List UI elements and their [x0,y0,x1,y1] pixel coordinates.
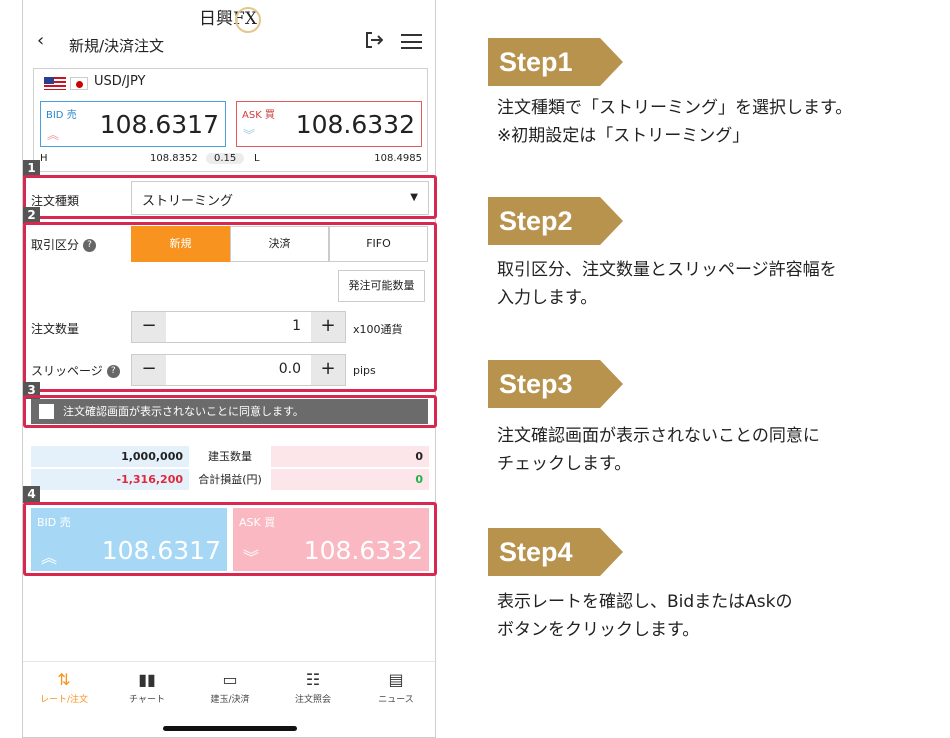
low-label: L [254,153,260,164]
menu-icon[interactable] [401,34,422,49]
step2-text: 取引区分、注文数量とスリッページ許容幅を 入力します。 [497,260,837,308]
bottom-tab-bar: ⇅ レート/注文 ▮▮ チャート ▭ 建玉/決済 ☷ 注文照会 ▤ ニュース [23,661,437,738]
qty-label: 注文数量 [31,322,80,336]
bid-button-price: 108.6317 [101,536,221,565]
agree-confirmation-row[interactable]: 注文確認画面が表示されないことに同意します。 [31,399,428,424]
ask-price: 108.6332 [295,110,415,139]
trade-type-label: 取引区分? [31,236,97,253]
tab-position[interactable]: ▭ 建玉/決済 [189,670,271,705]
tab-order-list[interactable]: ☷ 注文照会 [272,670,354,705]
low-value: 108.4985 [374,153,422,164]
arrow-down-icon: ︾ [243,548,260,567]
high-low-row: H 108.8352 0.15 L 108.4985 [40,153,422,167]
bid-position-qty: 1,000,000 [31,446,189,467]
currency-pair[interactable]: USD/JPY [94,74,146,89]
trade-type-settle[interactable]: 決済 [230,226,329,262]
ask-label: ASK 買 [242,110,275,121]
bid-rate-box: BID 売 ︽ 108.6317 [40,101,226,147]
chart-icon: ▮▮ [138,670,156,689]
slippage-unit: pips [353,364,376,377]
ask-button-label: ASK 買 [239,516,276,529]
slippage-value[interactable]: 0.0 [279,361,301,377]
ask-buy-button[interactable]: ASK 買 ︾ 108.6332 [233,508,429,571]
rate-order-icon: ⇅ [57,670,71,689]
slippage-plus-button[interactable]: + [311,355,345,385]
logout-icon[interactable] [365,32,383,48]
slippage-stepper[interactable]: − 0.0 + [131,354,346,386]
step3-title: Step3 [488,360,623,408]
step1-title: Step1 [488,38,623,86]
bid-price: 108.6317 [99,110,219,139]
high-value: 108.8352 [150,153,198,164]
arrow-up-icon: ︽ [41,548,58,567]
high-label: H [40,153,48,164]
agree-text: 注文確認画面が表示されないことに同意します。 [63,405,304,418]
trade-type-fifo[interactable]: FIFO [329,226,428,262]
tab-rate-order[interactable]: ⇅ レート/注文 [23,670,105,705]
back-icon[interactable]: ‹ [37,30,44,51]
us-flag-icon [44,77,66,90]
qty-value[interactable]: 1 [292,318,301,334]
trade-type-new[interactable]: 新規 [131,226,230,262]
bid-button-label: BID 売 [37,516,71,529]
help-icon[interactable]: ? [83,239,97,252]
position-qty-label: 建玉数量 [208,450,252,463]
jp-flag-icon [70,77,88,90]
qty-unit: x100通貨 [353,323,403,336]
ask-rate-box: ASK 買 ︾ 108.6332 [236,101,422,147]
step4-text: 表示レートを確認し、BidまたはAskの ボタンをクリックします。 [497,592,793,640]
brand-logo: 日興FX [23,4,437,33]
bid-label: BID 売 [46,110,77,121]
tab-news[interactable]: ▤ ニュース [355,670,437,705]
order-list-icon: ☷ [305,670,321,689]
step1-text: 注文種類で「ストリーミング」を選択します。 ※初期設定は「ストリーミング」 [497,98,853,146]
bid-arrow-up-icon: ︽ [47,128,60,142]
slippage-minus-button[interactable]: − [132,355,166,385]
ask-total-pl: 0 [271,469,429,490]
bid-sell-button[interactable]: BID 売 ︽ 108.6317 [31,508,227,571]
position-icon: ▭ [222,670,238,689]
dropdown-caret-icon: ▼ [410,192,418,203]
help-icon[interactable]: ? [106,365,120,378]
qty-minus-button[interactable]: − [132,312,166,342]
ask-position-qty: 0 [271,446,429,467]
rate-panel: USD/JPY BID 売 ︽ 108.6317 ASK 買 ︾ 108.633… [33,68,428,172]
agree-checkbox[interactable] [39,404,54,419]
ask-button-price: 108.6332 [303,536,423,565]
qty-plus-button[interactable]: + [311,312,345,342]
step-tag-4: 4 [23,486,40,503]
ask-arrow-down-icon: ︾ [243,128,256,142]
total-pl-label: 合計損益(円) [198,473,262,486]
quantity-stepper[interactable]: − 1 + [131,311,346,343]
order-type-select[interactable]: ストリーミング ▼ [131,181,429,215]
available-qty-button[interactable]: 発注可能数量 [338,270,425,302]
phone-screen: 日興FX ‹ 新規/決済注文 USD/JPY BID 売 ︽ 108.6317 … [22,0,437,738]
page-title: 新規/決済注文 [69,37,165,55]
step3-text: 注文確認画面が表示されないことの同意に チェックします。 [497,426,820,474]
step4-title: Step4 [488,528,623,576]
step2-title: Step2 [488,197,623,245]
order-type-value: ストリーミング [142,194,234,209]
home-indicator [163,726,297,731]
news-icon: ▤ [388,670,404,689]
tab-chart[interactable]: ▮▮ チャート [106,670,188,705]
spread-badge: 0.15 [206,153,245,164]
bid-total-pl: -1,316,200 [31,469,189,490]
slippage-label: スリッページ? [31,362,120,379]
